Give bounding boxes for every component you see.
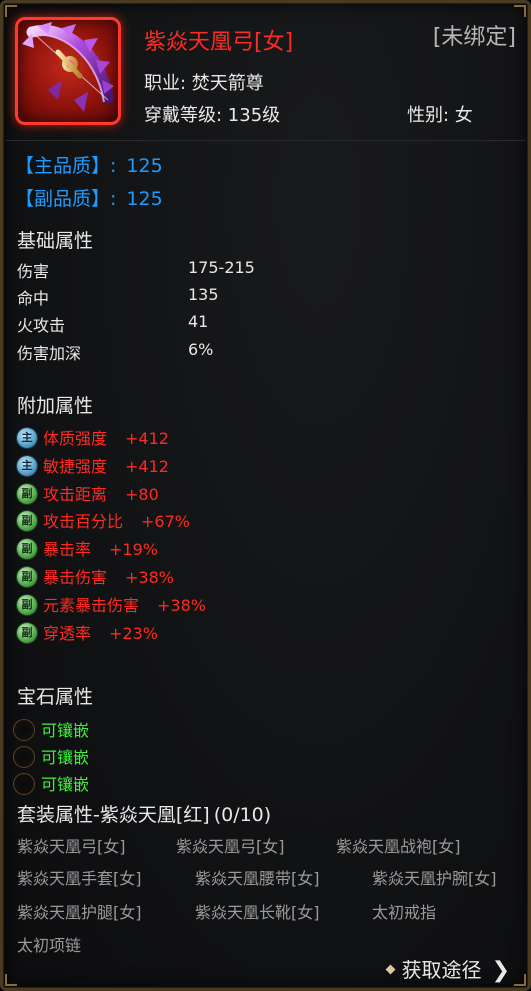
sub-quality-value: 125 [126, 188, 163, 210]
set-item: 紫焱天凰护腿[女] [17, 903, 142, 922]
empty-gem-slot-icon[interactable] [13, 718, 35, 741]
gem-slot-row[interactable]: 可镶嵌 [13, 717, 89, 741]
gender-requirement: 性别: 女 [407, 105, 473, 126]
gem-attributes-title: 宝石属性 [17, 686, 94, 708]
main-quality: 【主品质】: 125 [15, 151, 163, 178]
gem-slot-label: 可镶嵌 [41, 775, 90, 794]
frame-corner [5, 5, 17, 17]
attribute-value: 135 [188, 285, 219, 304]
frame-corner [5, 974, 17, 986]
base-attribute-row: 命中 135 [17, 285, 317, 309]
empty-gem-slot-icon[interactable] [13, 745, 35, 768]
attribute-value: +38% [125, 568, 174, 587]
attribute-name: 敏捷强度 [43, 457, 108, 476]
sub-attribute-badge-icon: 副 [17, 483, 37, 504]
attribute-name: 伤害加深 [17, 344, 82, 363]
sub-attribute-badge-icon: 副 [17, 510, 37, 531]
attribute-value: +67% [141, 512, 190, 531]
sub-attribute-badge-icon: 副 [17, 622, 37, 643]
chevron-right-icon: ❯ [491, 958, 510, 983]
extra-attribute-row: 副暴击伤害 +38% [17, 564, 174, 588]
main-attribute-badge-icon: 主 [17, 455, 37, 476]
extra-attribute-row: 主敏捷强度 +412 [17, 453, 169, 477]
attribute-value: +19% [109, 540, 158, 559]
obtain-source-label: 获取途径 [401, 958, 482, 982]
attribute-value: +80 [125, 485, 159, 504]
purple-bow-icon [15, 17, 121, 125]
item-tooltip-panel: 紫焱天凰弓[女] [未绑定] 职业: 焚天箭尊 穿戴等级: 135级 性别: 女… [0, 0, 531, 991]
set-attributes-title: 套装属性-紫焱天凰[红] (0/10) [17, 800, 271, 827]
attribute-value: 175-215 [188, 258, 255, 277]
extra-attribute-row: 副攻击百分比 +67% [17, 508, 190, 532]
set-item: 太初戒指 [372, 903, 437, 922]
attribute-name: 暴击伤害 [43, 568, 108, 587]
gem-slot-label: 可镶嵌 [41, 721, 90, 740]
set-item: 紫焱天凰战袍[女] [336, 837, 461, 856]
attribute-value: 41 [188, 312, 209, 331]
bow-artwork [22, 22, 114, 112]
base-attributes-title: 基础属性 [17, 230, 94, 252]
attribute-name: 暴击率 [43, 540, 92, 559]
attribute-name: 伤害 [17, 262, 50, 281]
sub-quality: 【副品质】: 125 [15, 184, 163, 211]
level-requirement: 穿戴等级: 135级 [144, 105, 281, 126]
attribute-value: +412 [125, 457, 169, 476]
extra-attribute-row: 副暴击率 +19% [17, 536, 158, 560]
attribute-name: 火攻击 [17, 316, 66, 335]
set-item: 紫焱天凰护腕[女] [372, 869, 497, 888]
extra-attribute-row: 副元素暴击伤害 +38% [17, 592, 206, 616]
attribute-name: 元素暴击伤害 [43, 596, 140, 615]
base-attribute-row: 火攻击 41 [17, 312, 317, 336]
attribute-name: 攻击距离 [43, 485, 108, 504]
empty-gem-slot-icon[interactable] [13, 772, 35, 795]
extra-attributes-title: 附加属性 [17, 395, 94, 417]
base-attribute-row: 伤害 175-215 [17, 258, 317, 282]
set-name: 套装属性-紫焱天凰[红] [17, 804, 210, 826]
attribute-value: +23% [109, 624, 158, 643]
bind-status: [未绑定] [432, 25, 516, 50]
set-item: 紫焱天凰弓[女] [17, 837, 126, 856]
diamond-bullet-icon [385, 964, 396, 975]
set-count: (0/10) [213, 804, 272, 826]
extra-attribute-row: 主体质强度 +412 [17, 425, 169, 449]
extra-attribute-row: 副穿透率 +23% [17, 620, 158, 644]
attribute-name: 命中 [17, 289, 50, 308]
attribute-name: 体质强度 [43, 429, 108, 448]
frame-corner [514, 974, 526, 986]
set-item: 太初项链 [17, 936, 82, 955]
frame-corner [514, 5, 526, 17]
sub-attribute-badge-icon: 副 [17, 538, 37, 559]
gem-slot-row[interactable]: 可镶嵌 [13, 771, 89, 795]
attribute-value: +38% [157, 596, 206, 615]
set-item: 紫焱天凰腰带[女] [195, 869, 320, 888]
gem-slot-label: 可镶嵌 [41, 748, 90, 767]
sub-attribute-badge-icon: 副 [17, 594, 37, 615]
obtain-source-button[interactable]: 获取途径 ❯ [385, 954, 510, 983]
extra-attribute-row: 副攻击距离 +80 [17, 481, 159, 505]
item-name: 紫焱天凰弓[女] [144, 30, 294, 55]
set-item: 紫焱天凰长靴[女] [195, 903, 320, 922]
main-quality-label: 【主品质】: [15, 155, 117, 177]
attribute-name: 穿透率 [43, 624, 92, 643]
gem-slot-row[interactable]: 可镶嵌 [13, 744, 89, 768]
attribute-value: +412 [125, 429, 169, 448]
job-requirement: 职业: 焚天箭尊 [144, 73, 264, 94]
set-item: 紫焱天凰弓[女] [176, 837, 285, 856]
header-divider [6, 140, 525, 141]
sub-quality-label: 【副品质】: [15, 188, 117, 210]
base-attribute-row: 伤害加深 6% [17, 340, 317, 364]
attribute-value: 6% [188, 340, 214, 359]
attribute-name: 攻击百分比 [43, 512, 124, 531]
main-quality-value: 125 [126, 155, 163, 177]
set-item: 紫焱天凰手套[女] [17, 869, 142, 888]
main-attribute-badge-icon: 主 [17, 427, 37, 448]
sub-attribute-badge-icon: 副 [17, 566, 37, 587]
